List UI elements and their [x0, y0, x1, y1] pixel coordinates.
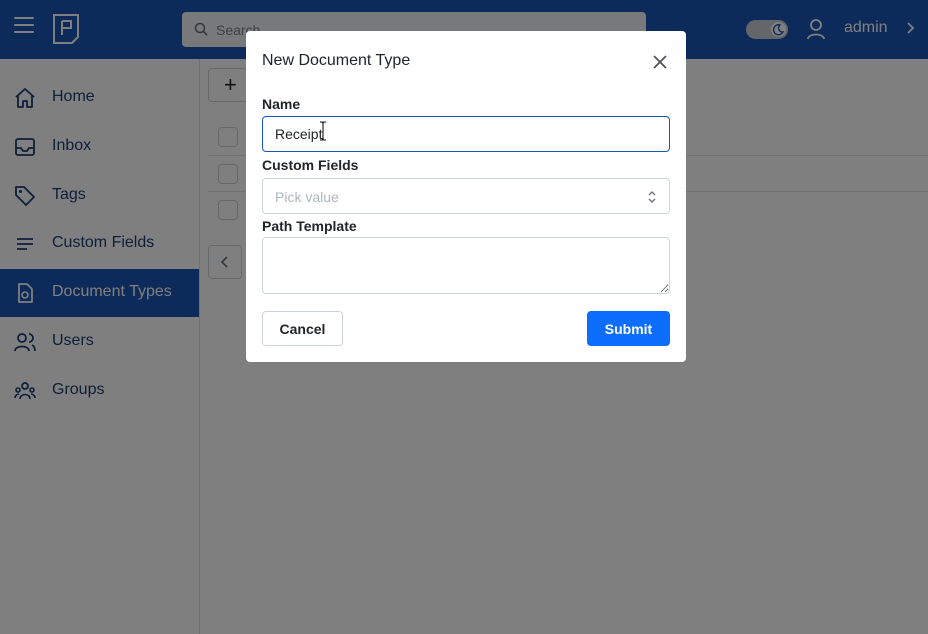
close-icon[interactable] [651, 53, 669, 71]
dialog-title: New Document Type [262, 52, 411, 69]
path-template-field[interactable] [262, 237, 670, 294]
new-document-type-dialog: New Document Type Name Custom Fields Pic… [246, 31, 686, 362]
text-cursor-icon [320, 121, 326, 141]
custom-fields-select[interactable]: Pick value [262, 178, 670, 214]
name-label: Name [262, 96, 301, 112]
chevron-up-down-icon [648, 191, 656, 203]
cancel-button[interactable]: Cancel [262, 311, 343, 346]
select-placeholder: Pick value [275, 189, 339, 205]
custom-fields-label: Custom Fields [262, 157, 359, 173]
path-template-label: Path Template [262, 218, 357, 234]
submit-button[interactable]: Submit [587, 311, 670, 346]
